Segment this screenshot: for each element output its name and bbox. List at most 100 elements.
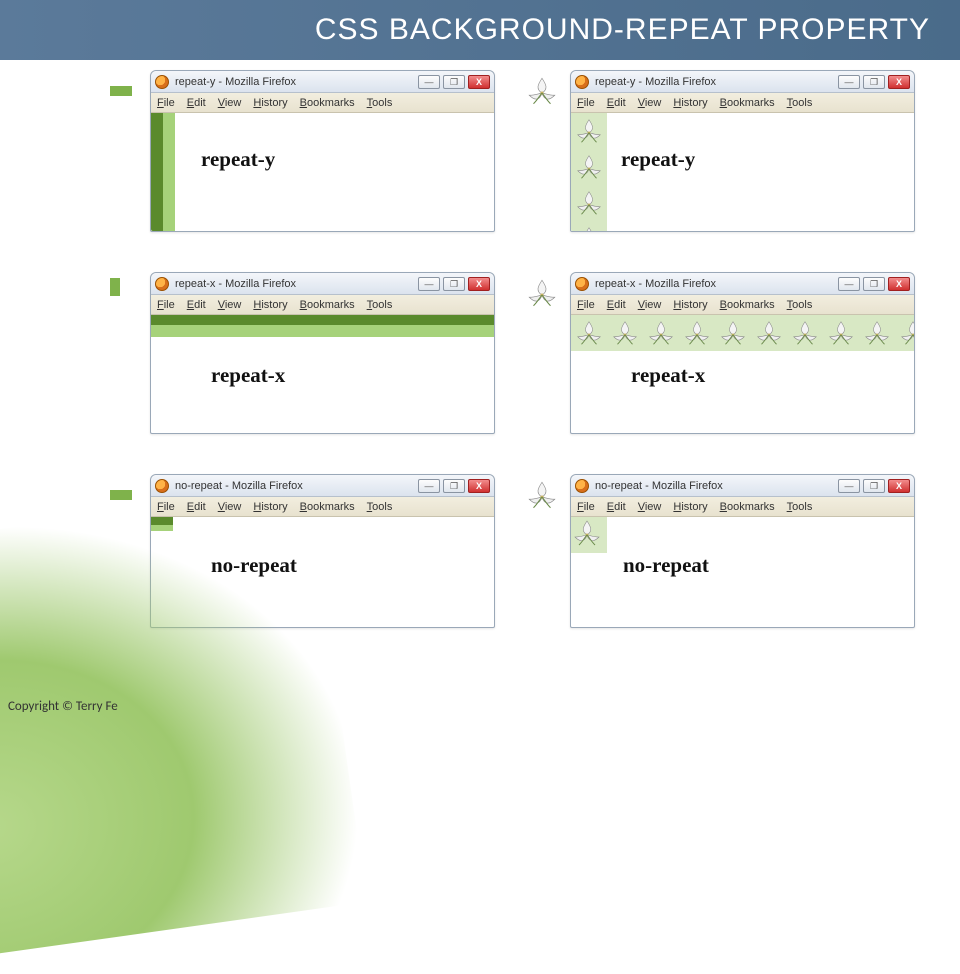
minimize-button[interactable]: —: [418, 479, 440, 493]
menu-history[interactable]: History: [673, 97, 707, 109]
bullet-icon: [110, 490, 132, 500]
menubar: File Edit View History Bookmarks Tools: [151, 295, 494, 315]
menubar: File Edit View History Bookmarks Tools: [571, 295, 914, 315]
slide-content: repeat-y - Mozilla Firefox — ❐ X File Ed…: [150, 60, 930, 628]
menu-edit[interactable]: Edit: [187, 97, 206, 109]
close-button[interactable]: X: [888, 479, 910, 493]
close-button[interactable]: X: [468, 479, 490, 493]
bullet-icon: [110, 86, 132, 96]
demo-label: repeat-x: [211, 363, 285, 388]
close-button[interactable]: X: [888, 75, 910, 89]
menu-file[interactable]: File: [157, 501, 175, 513]
maximize-button[interactable]: ❐: [443, 75, 465, 89]
firefox-icon: [575, 479, 589, 493]
menu-view[interactable]: View: [218, 97, 242, 109]
menu-edit[interactable]: Edit: [607, 299, 626, 311]
example-repeat-y-trillium: repeat-y - Mozilla Firefox — ❐ X File Ed…: [570, 70, 930, 232]
menu-bookmarks[interactable]: Bookmarks: [720, 501, 775, 513]
minimize-button[interactable]: —: [838, 75, 860, 89]
window-title: repeat-x - Mozilla Firefox: [595, 278, 716, 290]
firefox-icon: [155, 277, 169, 291]
menu-tools[interactable]: Tools: [367, 501, 393, 513]
window-titlebar: no-repeat - Mozilla Firefox — ❐ X: [151, 475, 494, 497]
menu-file[interactable]: File: [157, 97, 175, 109]
window-title: no-repeat - Mozilla Firefox: [595, 480, 723, 492]
maximize-button[interactable]: ❐: [863, 75, 885, 89]
menu-bookmarks[interactable]: Bookmarks: [300, 299, 355, 311]
firefox-icon: [575, 277, 589, 291]
menu-view[interactable]: View: [218, 501, 242, 513]
window-title: repeat-y - Mozilla Firefox: [595, 76, 716, 88]
minimize-button[interactable]: —: [418, 277, 440, 291]
menu-file[interactable]: File: [577, 97, 595, 109]
trillium-icon: [525, 276, 559, 310]
menu-bookmarks[interactable]: Bookmarks: [300, 97, 355, 109]
menu-tools[interactable]: Tools: [367, 299, 393, 311]
menu-edit[interactable]: Edit: [607, 97, 626, 109]
minimize-button[interactable]: —: [838, 479, 860, 493]
menu-bookmarks[interactable]: Bookmarks: [300, 501, 355, 513]
no-repeat-tile: [571, 517, 607, 553]
example-no-repeat-green: no-repeat - Mozilla Firefox — ❐ X File E…: [150, 474, 510, 628]
browser-window: no-repeat - Mozilla Firefox — ❐ X File E…: [570, 474, 915, 628]
menubar: File Edit View History Bookmarks Tools: [571, 497, 914, 517]
demo-label: repeat-y: [201, 147, 275, 172]
firefox-icon: [575, 75, 589, 89]
viewport: repeat-y: [151, 113, 494, 231]
example-repeat-x-green: repeat-x - Mozilla Firefox — ❐ X File Ed…: [150, 272, 510, 434]
menu-history[interactable]: History: [673, 501, 707, 513]
browser-window: repeat-x - Mozilla Firefox — ❐ X File Ed…: [150, 272, 495, 434]
menu-edit[interactable]: Edit: [607, 501, 626, 513]
menubar: File Edit View History Bookmarks Tools: [151, 93, 494, 113]
menu-view[interactable]: View: [638, 299, 662, 311]
close-button[interactable]: X: [468, 75, 490, 89]
menu-view[interactable]: View: [218, 299, 242, 311]
menu-history[interactable]: History: [253, 501, 287, 513]
menu-file[interactable]: File: [157, 299, 175, 311]
menu-tools[interactable]: Tools: [787, 299, 813, 311]
menu-bookmarks[interactable]: Bookmarks: [720, 97, 775, 109]
window-title: repeat-x - Mozilla Firefox: [175, 278, 296, 290]
viewport: repeat-x: [151, 315, 494, 433]
menu-tools[interactable]: Tools: [367, 97, 393, 109]
trillium-icon: [525, 478, 559, 512]
demo-label: repeat-x: [631, 363, 705, 388]
window-titlebar: repeat-y - Mozilla Firefox — ❐ X: [151, 71, 494, 93]
menu-view[interactable]: View: [638, 97, 662, 109]
menu-edit[interactable]: Edit: [187, 299, 206, 311]
menu-file[interactable]: File: [577, 299, 595, 311]
close-button[interactable]: X: [468, 277, 490, 291]
repeat-x-tile-row: [571, 315, 914, 351]
close-button[interactable]: X: [888, 277, 910, 291]
window-titlebar: repeat-x - Mozilla Firefox — ❐ X: [571, 273, 914, 295]
window-titlebar: no-repeat - Mozilla Firefox — ❐ X: [571, 475, 914, 497]
menu-history[interactable]: History: [253, 299, 287, 311]
example-repeat-y-green: repeat-y - Mozilla Firefox — ❐ X File Ed…: [150, 70, 510, 232]
viewport: no-repeat: [571, 517, 914, 627]
menu-tools[interactable]: Tools: [787, 97, 813, 109]
menu-file[interactable]: File: [577, 501, 595, 513]
menubar: File Edit View History Bookmarks Tools: [151, 497, 494, 517]
menu-edit[interactable]: Edit: [187, 501, 206, 513]
maximize-button[interactable]: ❐: [863, 277, 885, 291]
browser-window: no-repeat - Mozilla Firefox — ❐ X File E…: [150, 474, 495, 628]
minimize-button[interactable]: —: [838, 277, 860, 291]
example-repeat-x-trillium: repeat-x - Mozilla Firefox — ❐ X File Ed…: [570, 272, 930, 434]
minimize-button[interactable]: —: [418, 75, 440, 89]
example-no-repeat-trillium: no-repeat - Mozilla Firefox — ❐ X File E…: [570, 474, 930, 628]
menu-bookmarks[interactable]: Bookmarks: [720, 299, 775, 311]
browser-window: repeat-x - Mozilla Firefox — ❐ X File Ed…: [570, 272, 915, 434]
maximize-button[interactable]: ❐: [863, 479, 885, 493]
trillium-icon: [525, 74, 559, 108]
menu-view[interactable]: View: [638, 501, 662, 513]
viewport: no-repeat: [151, 517, 494, 627]
maximize-button[interactable]: ❐: [443, 277, 465, 291]
maximize-button[interactable]: ❐: [443, 479, 465, 493]
slide-title: CSS BACKGROUND-REPEAT PROPERTY: [315, 13, 930, 47]
menu-history[interactable]: History: [253, 97, 287, 109]
window-title: repeat-y - Mozilla Firefox: [175, 76, 296, 88]
menu-history[interactable]: History: [673, 299, 707, 311]
menubar: File Edit View History Bookmarks Tools: [571, 93, 914, 113]
menu-tools[interactable]: Tools: [787, 501, 813, 513]
window-title: no-repeat - Mozilla Firefox: [175, 480, 303, 492]
